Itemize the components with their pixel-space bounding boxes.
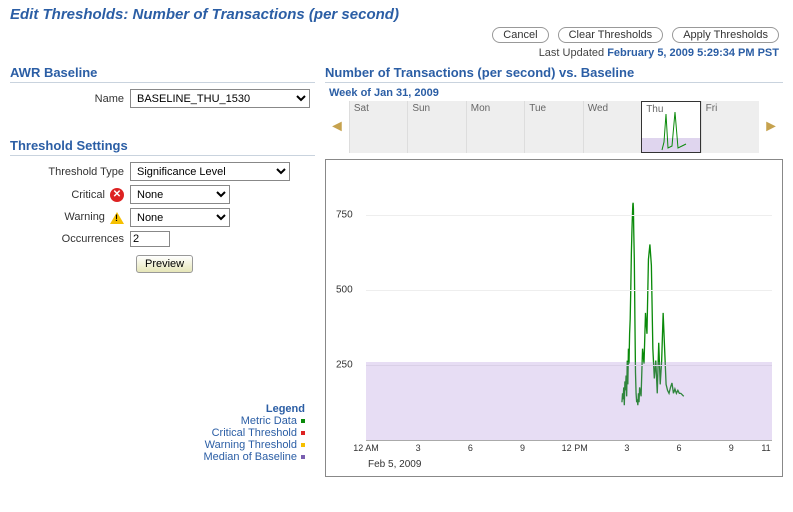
- critical-label: Critical ✕: [10, 188, 130, 202]
- day-cell-mon[interactable]: Mon: [466, 101, 524, 153]
- legend-warning-swatch: [301, 443, 305, 447]
- awr-baseline-heading: AWR Baseline: [10, 65, 315, 83]
- day-cell-sun[interactable]: Sun: [407, 101, 465, 153]
- day-cell-thu[interactable]: Thu: [641, 101, 700, 153]
- threshold-band: [366, 362, 772, 440]
- threshold-type-select[interactable]: Significance Level: [130, 162, 290, 181]
- last-updated: Last Updated February 5, 2009 5:29:34 PM…: [0, 45, 793, 65]
- warning-select[interactable]: None: [130, 208, 230, 227]
- x-tick: 11: [761, 443, 770, 453]
- legend-title: Legend: [10, 403, 305, 415]
- chart: Feb 5, 2009 250 500 750 12 AM 3 6 9 12 PM 3 6 9 11: [325, 159, 783, 477]
- x-tick: 6: [468, 443, 473, 453]
- page-title: Edit Thresholds: Number of Transactions …: [0, 0, 793, 27]
- week-of-label: Week of Jan 31, 2009: [329, 87, 783, 99]
- warning-icon: [110, 212, 124, 224]
- legend: Legend Metric Data Critical Threshold Wa…: [10, 403, 315, 463]
- chart-title: Number of Transactions (per second) vs. …: [325, 65, 783, 83]
- week-strip: SatSunMonTueWedThuFri: [349, 101, 759, 153]
- prev-week-icon[interactable]: ◄: [325, 118, 349, 136]
- threshold-settings-heading: Threshold Settings: [10, 138, 315, 156]
- day-cell-fri[interactable]: Fri: [701, 101, 759, 153]
- clear-thresholds-button[interactable]: Clear Thresholds: [558, 27, 664, 43]
- x-tick: 6: [677, 443, 682, 453]
- legend-median-swatch: [301, 455, 305, 459]
- legend-median: Median of Baseline: [203, 451, 297, 463]
- x-tick: 9: [729, 443, 734, 453]
- critical-icon: ✕: [110, 188, 124, 202]
- next-week-icon[interactable]: ►: [759, 118, 783, 136]
- day-cell-tue[interactable]: Tue: [524, 101, 582, 153]
- legend-warning: Warning Threshold: [205, 439, 297, 451]
- x-tick: 3: [416, 443, 421, 453]
- legend-metric: Metric Data: [241, 415, 297, 427]
- apply-thresholds-button[interactable]: Apply Thresholds: [672, 27, 779, 43]
- threshold-type-label: Threshold Type: [10, 166, 130, 178]
- baseline-name-select[interactable]: BASELINE_THU_1530: [130, 89, 310, 108]
- legend-critical-swatch: [301, 431, 305, 435]
- name-label: Name: [10, 93, 130, 105]
- y-tick: 750: [336, 210, 353, 221]
- occurrences-input[interactable]: [130, 231, 170, 247]
- last-updated-value: February 5, 2009 5:29:34 PM PST: [607, 47, 779, 59]
- preview-button[interactable]: Preview: [136, 255, 193, 273]
- warning-label: Warning: [10, 211, 130, 223]
- day-cell-wed[interactable]: Wed: [583, 101, 641, 153]
- action-buttons: Cancel Clear Thresholds Apply Thresholds: [0, 27, 793, 45]
- last-updated-label: Last Updated: [539, 47, 604, 59]
- x-tick: 3: [624, 443, 629, 453]
- y-tick: 500: [336, 285, 353, 296]
- cancel-button[interactable]: Cancel: [492, 27, 548, 43]
- legend-critical: Critical Threshold: [212, 427, 297, 439]
- legend-metric-swatch: [301, 419, 305, 423]
- x-tick: 9: [520, 443, 525, 453]
- critical-select[interactable]: None: [130, 185, 230, 204]
- y-tick: 250: [336, 360, 353, 371]
- x-tick: 12 PM: [562, 443, 588, 453]
- chart-date-label: Feb 5, 2009: [368, 459, 421, 470]
- day-cell-sat[interactable]: Sat: [349, 101, 407, 153]
- occurrences-label: Occurrences: [10, 233, 130, 245]
- x-tick: 12 AM: [353, 443, 379, 453]
